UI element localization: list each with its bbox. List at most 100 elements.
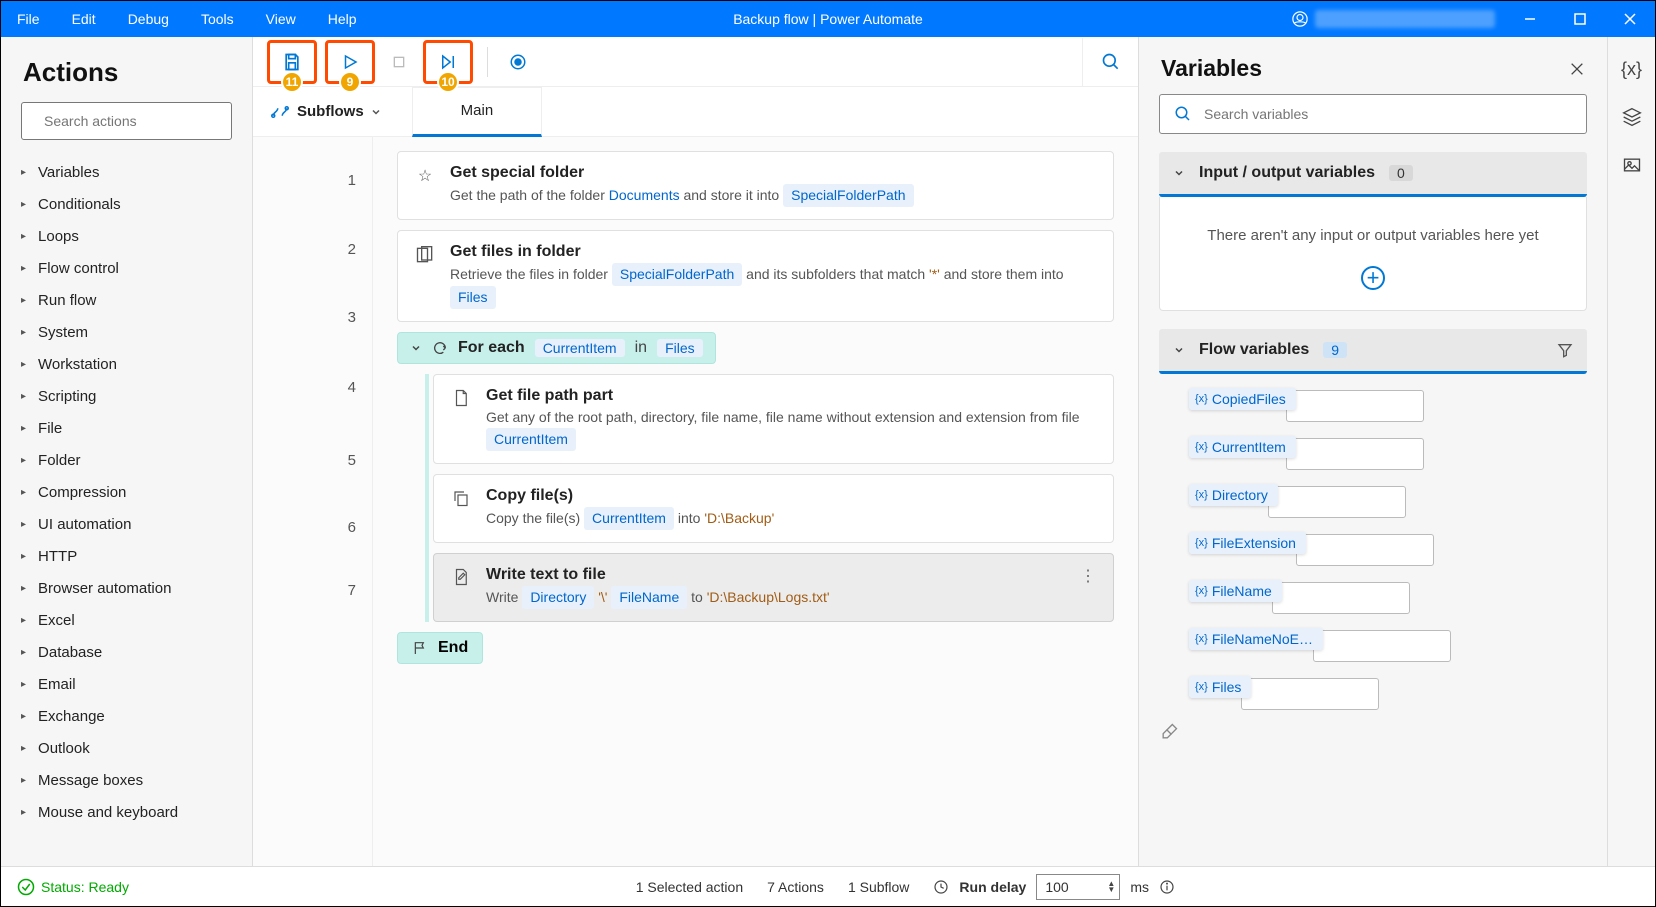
category-loops[interactable]: ▸Loops xyxy=(1,220,252,252)
menu-help[interactable]: Help xyxy=(312,11,373,27)
run-delay-input[interactable]: 100 ▲▼ xyxy=(1036,874,1120,900)
record-button[interactable] xyxy=(504,48,532,76)
chevron-right-icon: ▸ xyxy=(21,391,26,402)
category-label: Database xyxy=(38,644,102,661)
loop-icon xyxy=(432,340,448,356)
category-label: UI automation xyxy=(38,516,131,533)
flow-variable-copiedfiles[interactable]: {x} CopiedFiles xyxy=(1189,388,1587,422)
chevron-right-icon: ▸ xyxy=(21,551,26,562)
step-desc: Copy the file(s) CurrentItem into 'D:\Ba… xyxy=(486,507,1097,530)
category-browser-automation[interactable]: ▸Browser automation xyxy=(1,572,252,604)
category-mouse-and-keyboard[interactable]: ▸Mouse and keyboard xyxy=(1,796,252,828)
flow-variable-currentitem[interactable]: {x} CurrentItem xyxy=(1189,436,1587,470)
category-label: Scripting xyxy=(38,388,96,405)
step-badge: 10 xyxy=(437,71,459,93)
save-badge: 11 xyxy=(281,71,303,93)
category-label: Variables xyxy=(38,164,99,181)
chevron-right-icon: ▸ xyxy=(21,359,26,370)
category-exchange[interactable]: ▸Exchange xyxy=(1,700,252,732)
category-outlook[interactable]: ▸Outlook xyxy=(1,732,252,764)
search-icon xyxy=(1174,105,1192,123)
close-button[interactable] xyxy=(1605,1,1655,37)
layers-rail-icon[interactable] xyxy=(1620,105,1644,129)
category-database[interactable]: ▸Database xyxy=(1,636,252,668)
category-email[interactable]: ▸Email xyxy=(1,668,252,700)
app-menu: File Edit Debug Tools View Help xyxy=(1,11,373,27)
step-title: Get file path part xyxy=(486,387,1097,405)
category-label: File xyxy=(38,420,62,437)
end-label: End xyxy=(438,639,468,657)
category-file[interactable]: ▸File xyxy=(1,412,252,444)
category-compression[interactable]: ▸Compression xyxy=(1,476,252,508)
step-get-files-in-folder[interactable]: Get files in folder Retrieve the files i… xyxy=(397,230,1114,322)
io-variables-section-header[interactable]: Input / output variables 0 xyxy=(1159,152,1587,197)
menu-debug[interactable]: Debug xyxy=(112,11,185,27)
step-copy-files[interactable]: Copy file(s) Copy the file(s) CurrentIte… xyxy=(433,474,1114,543)
line-number: 4 xyxy=(253,347,372,427)
chevron-right-icon: ▸ xyxy=(21,615,26,626)
flow-variables-section-header[interactable]: Flow variables 9 xyxy=(1159,329,1587,374)
step-title: Copy file(s) xyxy=(486,487,1097,505)
variables-search[interactable] xyxy=(1159,94,1587,134)
subflows-dropdown[interactable] xyxy=(370,106,382,118)
chevron-right-icon: ▸ xyxy=(21,775,26,786)
category-ui-automation[interactable]: ▸ UI automation xyxy=(1,508,252,540)
stop-button[interactable] xyxy=(385,48,413,76)
actions-search-input[interactable] xyxy=(44,113,225,129)
menu-view[interactable]: View xyxy=(250,11,312,27)
add-io-variable-button[interactable]: + xyxy=(1361,266,1385,290)
category-workstation[interactable]: ▸Workstation xyxy=(1,348,252,380)
chevron-right-icon: ▸ xyxy=(21,231,26,242)
status-ready: Status: Ready xyxy=(17,878,129,896)
menu-tools[interactable]: Tools xyxy=(185,11,250,27)
step-more-menu[interactable]: ⋮ xyxy=(1080,566,1097,609)
category-message-boxes[interactable]: ▸Message boxes xyxy=(1,764,252,796)
category-folder[interactable]: ▸Folder xyxy=(1,444,252,476)
filter-icon[interactable] xyxy=(1557,342,1573,358)
clock-icon xyxy=(933,879,949,895)
erase-button[interactable] xyxy=(1159,722,1587,742)
flow-variable-directory[interactable]: {x} Directory xyxy=(1189,484,1587,518)
category-variables[interactable]: ▸Variables xyxy=(1,156,252,188)
flow-variable-fileextension[interactable]: {x} FileExtension xyxy=(1189,532,1587,566)
step-desc: Get any of the root path, directory, fil… xyxy=(486,407,1097,451)
category-flow-control[interactable]: ▸Flow control xyxy=(1,252,252,284)
variable-value-box xyxy=(1286,390,1424,422)
step-get-special-folder[interactable]: ☆ Get special folder Get the path of the… xyxy=(397,151,1114,220)
category-conditionals[interactable]: ▸Conditionals xyxy=(1,188,252,220)
menu-file[interactable]: File xyxy=(1,11,56,27)
category-http[interactable]: ▸HTTP xyxy=(1,540,252,572)
menu-edit[interactable]: Edit xyxy=(56,11,112,27)
step-end[interactable]: End xyxy=(397,632,483,664)
io-variables-body: There aren't any input or output variabl… xyxy=(1159,197,1587,311)
category-excel[interactable]: ▸Excel xyxy=(1,604,252,636)
step-write-text-to-file[interactable]: Write text to file Write Directory '\' F… xyxy=(433,553,1114,622)
tab-main[interactable]: Main xyxy=(412,87,543,137)
category-run-flow[interactable]: ▸Run flow xyxy=(1,284,252,316)
image-rail-icon[interactable] xyxy=(1620,153,1644,177)
close-variables-button[interactable] xyxy=(1569,61,1585,77)
flow-variable-filename[interactable]: {x} FileName xyxy=(1189,580,1587,614)
spinner-buttons[interactable]: ▲▼ xyxy=(1107,881,1115,893)
minimize-button[interactable] xyxy=(1505,1,1555,37)
flow-variable-files[interactable]: {x} Files xyxy=(1189,676,1587,710)
chevron-right-icon: ▸ xyxy=(21,519,26,530)
variables-rail-icon[interactable]: {x} xyxy=(1620,57,1644,81)
actions-search[interactable] xyxy=(21,102,232,140)
user-account[interactable] xyxy=(1291,10,1495,28)
info-icon[interactable] xyxy=(1159,879,1175,895)
folder-files-icon xyxy=(414,243,436,309)
step-desc: Write Directory '\' FileName to 'D:\Back… xyxy=(486,586,1066,609)
chevron-right-icon: ▸ xyxy=(21,679,26,690)
category-system[interactable]: ▸System xyxy=(1,316,252,348)
flow-variable-filenamenoe[interactable]: {x} FileNameNoE… xyxy=(1189,628,1587,662)
step-get-file-path-part[interactable]: Get file path part Get any of the root p… xyxy=(433,374,1114,464)
maximize-button[interactable] xyxy=(1555,1,1605,37)
step-for-each[interactable]: For each CurrentItem in Files xyxy=(397,332,716,364)
collapse-icon[interactable] xyxy=(410,342,422,354)
subflows-label[interactable]: Subflows xyxy=(297,103,364,120)
variables-search-input[interactable] xyxy=(1204,106,1572,122)
designer-search-button[interactable] xyxy=(1082,38,1138,86)
chevron-right-icon: ▸ xyxy=(21,743,26,754)
category-scripting[interactable]: ▸ Scripting xyxy=(1,380,252,412)
